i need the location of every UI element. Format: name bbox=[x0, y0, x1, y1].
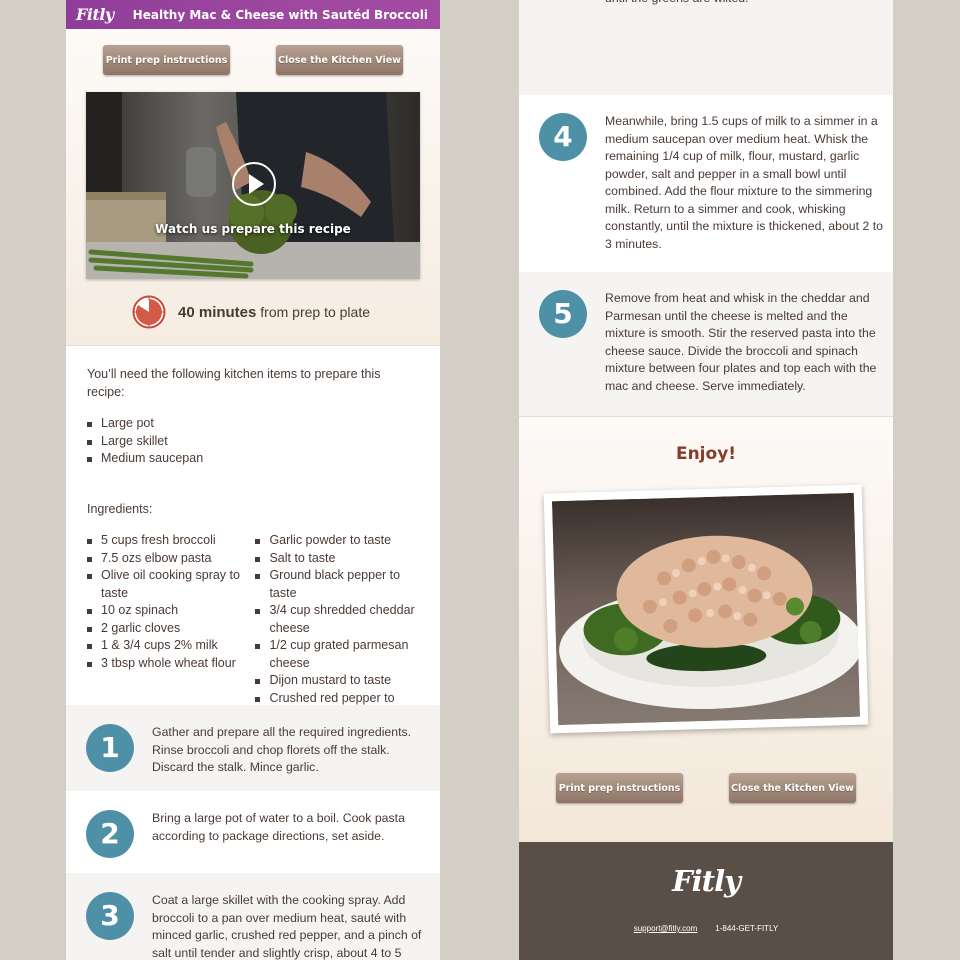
bottom-button-row: Print prep instructions Close the Kitche… bbox=[519, 773, 893, 803]
recipe-page-bottom: 3 Coat a large skillet with the cooking … bbox=[519, 0, 893, 960]
enjoy-section: Enjoy! Print prep instructions Close the… bbox=[519, 416, 893, 843]
step-number-badge: 4 bbox=[539, 113, 587, 161]
top-button-row: Print prep instructions Close the Kitche… bbox=[66, 45, 440, 75]
prep-time: 40 minutes from prep to plate bbox=[132, 295, 370, 329]
prep-time-value: 40 minutes bbox=[178, 303, 257, 321]
ingredients-label: Ingredients: bbox=[87, 501, 153, 516]
brand-logo[interactable]: Fitly bbox=[76, 5, 114, 24]
timer-icon bbox=[132, 295, 166, 329]
step-text: Meanwhile, bring 1.5 cups of milk to a s… bbox=[605, 114, 883, 251]
step-number-badge: 2 bbox=[86, 810, 134, 858]
steps-list-bottom: 3 Coat a large skillet with the cooking … bbox=[519, 0, 893, 416]
step-number-badge: 5 bbox=[539, 290, 587, 338]
list-item: Large skillet bbox=[87, 433, 420, 451]
list-item: 3 tbsp whole wheat flour bbox=[87, 655, 255, 673]
list-item: Large pot bbox=[87, 415, 420, 433]
step-text: Bring a large pot of water to a boil. Co… bbox=[152, 811, 405, 843]
video-caption: Watch us prepare this recipe bbox=[155, 222, 351, 236]
kitchen-items-intro: You’ll need the following kitchen items … bbox=[87, 367, 381, 399]
footer: Fitly support@fitly.com 1-844-GET-FITLY bbox=[519, 842, 893, 960]
list-item: 3/4 cup shredded cheddar cheese bbox=[255, 602, 420, 637]
step-number-badge: 3 bbox=[86, 892, 134, 940]
kitchen-items-list: Large pot Large skillet Medium saucepan bbox=[87, 415, 420, 468]
list-item: Olive oil cooking spray to taste bbox=[87, 567, 255, 602]
step-1: 1 Gather and prepare all the required in… bbox=[66, 705, 440, 791]
mac-and-cheese-image bbox=[551, 492, 861, 726]
list-item: 1 & 3/4 cups 2% milk bbox=[87, 637, 255, 655]
list-item: Medium saucepan bbox=[87, 450, 420, 468]
play-button[interactable] bbox=[232, 162, 276, 206]
print-instructions-button[interactable]: Print prep instructions bbox=[103, 45, 230, 75]
list-item: Salt to taste bbox=[255, 550, 420, 568]
footer-logo[interactable]: Fitly bbox=[519, 864, 893, 898]
step-4: 4 Meanwhile, bring 1.5 cups of milk to a… bbox=[519, 95, 893, 272]
recipe-page-top: Fitly Healthy Mac & Cheese with Sautéd B… bbox=[66, 0, 440, 960]
header-bar: Fitly Healthy Mac & Cheese with Sautéd B… bbox=[66, 0, 440, 29]
play-icon bbox=[248, 174, 264, 194]
hero-section: Print prep instructions Close the Kitche… bbox=[66, 29, 440, 346]
ingredients-list: 5 cups fresh broccoli 7.5 ozs elbow past… bbox=[87, 532, 420, 725]
step-5: 5 Remove from heat and whisk in the ched… bbox=[519, 272, 893, 416]
list-item: 10 oz spinach bbox=[87, 602, 255, 620]
steps-list-top: 1 Gather and prepare all the required in… bbox=[66, 705, 440, 960]
step-3: 3 Coat a large skillet with the cooking … bbox=[66, 873, 440, 960]
prep-time-suffix: from prep to plate bbox=[260, 303, 370, 320]
ingredients-column-1: 5 cups fresh broccoli 7.5 ozs elbow past… bbox=[87, 532, 255, 725]
step-3-continued: 3 Coat a large skillet with the cooking … bbox=[519, 0, 893, 95]
print-instructions-button[interactable]: Print prep instructions bbox=[556, 773, 683, 803]
step-number-badge: 1 bbox=[86, 724, 134, 772]
list-item: 2 garlic cloves bbox=[87, 620, 255, 638]
list-item: Ground black pepper to taste bbox=[255, 567, 420, 602]
list-item: 5 cups fresh broccoli bbox=[87, 532, 255, 550]
close-kitchen-view-button[interactable]: Close the Kitchen View bbox=[276, 45, 403, 75]
step-text: Coat a large skillet with the cooking sp… bbox=[605, 0, 883, 95]
step-text: Coat a large skillet with the cooking sp… bbox=[152, 893, 422, 960]
requirements-section: You’ll need the following kitchen items … bbox=[66, 346, 440, 725]
support-phone: 1-844-GET-FITLY bbox=[715, 924, 779, 933]
ingredients-column-2: Garlic powder to taste Salt to taste Gro… bbox=[255, 532, 420, 725]
recipe-title: Healthy Mac & Cheese with Sautéd Broccol… bbox=[132, 7, 428, 22]
dish-photo bbox=[543, 484, 869, 734]
list-item: Dijon mustard to taste bbox=[255, 672, 420, 690]
support-email-link[interactable]: support@fitly.com bbox=[634, 924, 698, 933]
list-item: Garlic powder to taste bbox=[255, 532, 420, 550]
close-kitchen-view-button[interactable]: Close the Kitchen View bbox=[729, 773, 856, 803]
step-text: Gather and prepare all the required ingr… bbox=[152, 725, 412, 774]
recipe-video[interactable]: Watch us prepare this recipe bbox=[86, 92, 420, 279]
step-2: 2 Bring a large pot of water to a boil. … bbox=[66, 791, 440, 873]
enjoy-title: Enjoy! bbox=[675, 444, 737, 464]
list-item: 7.5 ozs elbow pasta bbox=[87, 550, 255, 568]
list-item: 1/2 cup grated parmesan cheese bbox=[255, 637, 420, 672]
footer-contact: support@fitly.com 1-844-GET-FITLY bbox=[519, 924, 893, 933]
step-text: Remove from heat and whisk in the chedda… bbox=[605, 291, 877, 393]
